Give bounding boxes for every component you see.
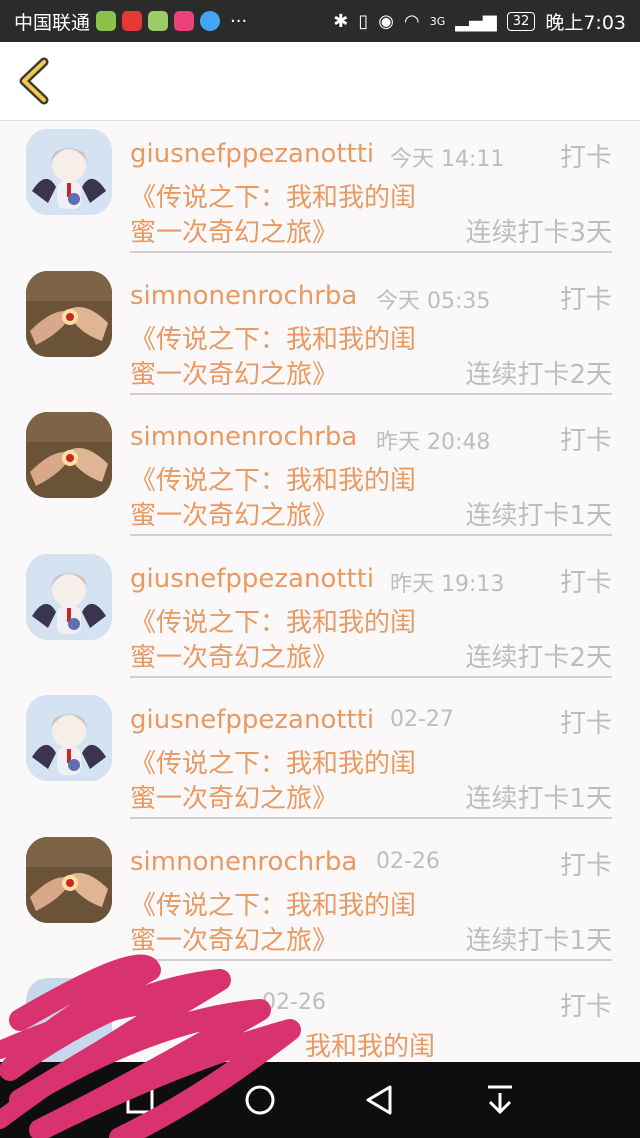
username[interactable]: simnonenrochrba <box>130 847 357 877</box>
app-notification-icon <box>148 11 169 31</box>
story-title-line1[interactable]: 《传说之下：我和我的闺 <box>130 460 416 497</box>
system-navigation-bar <box>0 1062 640 1138</box>
streak-label: 连续打卡1天 <box>465 784 612 814</box>
story-title-line1[interactable]: 《传说之下：我和我的闺 <box>130 177 416 214</box>
story-title-line1[interactable]: 我和我的闺 <box>305 1026 435 1063</box>
home-button[interactable] <box>240 1082 280 1118</box>
streak-label: 连续打卡1天 <box>465 501 612 531</box>
bluetooth-icon: ✱ <box>333 10 349 32</box>
carrier-label: 中国联通 <box>14 11 91 34</box>
user-avatar[interactable] <box>26 836 112 923</box>
checkin-tag: 打卡 <box>559 426 612 456</box>
checkin-tag: 打卡 <box>559 567 612 598</box>
username[interactable]: giusnefppezanottti <box>130 139 374 169</box>
hands-photo-avatar-icon <box>26 270 112 357</box>
checkin-tag: 打卡 <box>559 284 612 315</box>
home-icon <box>245 1085 275 1115</box>
story-title-line2[interactable]: 蜜一次奇幻之旅》 <box>130 778 338 815</box>
feed-item[interactable]: simnonenrochrba 昨天 20:48 打卡 《传说之下：我和我的闺 … <box>0 404 640 546</box>
story-title-line1[interactable]: 《传说之下：我和我的闺 <box>130 602 416 639</box>
feed-item[interactable]: simnonenrochrba 今天 05:35 打卡 《传说之下：我和我的闺 … <box>0 263 640 405</box>
anime-avatar-icon <box>26 553 112 640</box>
timestamp: 今天 14:11 <box>390 147 505 172</box>
hands-photo-avatar-icon <box>26 836 112 923</box>
divider <box>130 534 612 536</box>
checkin-tag: 打卡 <box>559 850 612 881</box>
timestamp: 今天 05:35 <box>376 288 491 314</box>
divider <box>130 675 612 678</box>
story-title-line2[interactable]: 蜜一次奇幻之旅》 <box>130 212 338 249</box>
story-title-line2[interactable]: 蜜一次奇幻之旅》 <box>130 354 338 391</box>
network-type-label: 3G <box>429 14 446 28</box>
wifi-icon: ◠ <box>404 10 420 32</box>
timestamp: 02-26 <box>376 848 440 874</box>
vibrate-icon: ▯ <box>358 10 369 32</box>
recent-apps-icon <box>126 1086 154 1114</box>
clock-label: 晚上7:03 <box>545 11 626 34</box>
compass-notification-icon <box>200 11 221 31</box>
timestamp: 昨天 19:13 <box>390 571 505 597</box>
back-button[interactable] <box>14 56 58 106</box>
anime-avatar-icon <box>26 129 112 215</box>
hands-photo-avatar-icon <box>26 412 112 498</box>
streak-label: 连续打卡2天 <box>465 642 612 673</box>
signal-icon: ▂▄▆ <box>455 10 497 32</box>
wechat-notification-icon <box>96 11 117 31</box>
app-notification-icon <box>174 11 195 31</box>
checkin-tag: 打卡 <box>559 709 612 739</box>
username[interactable]: giusnefppezanottti <box>130 705 374 735</box>
feed-item[interactable]: giusnefppezanottti 昨天 19:13 打卡 《传说之下：我和我… <box>0 546 640 688</box>
user-avatar[interactable] <box>26 412 112 498</box>
checkin-tag: 打卡 <box>559 143 612 173</box>
divider <box>130 817 612 819</box>
feed-item[interactable]: simnonenrochrba 02-26 打卡 《传说之下：我和我的闺 蜜一次… <box>0 829 640 971</box>
chevron-left-icon <box>19 57 49 105</box>
username[interactable]: simnonenrochrba <box>130 281 357 311</box>
streak-label: 连续打卡3天 <box>465 218 612 248</box>
timestamp: 昨天 20:48 <box>376 430 491 455</box>
status-bar: 中国联通 ··· ✱ ▯ ◉ ◠ 3G ▂▄▆ 32 晚上7:03 <box>0 0 640 42</box>
eye-comfort-icon: ◉ <box>378 10 394 32</box>
checkin-tag: 打卡 <box>559 992 612 1022</box>
story-title-line2[interactable]: 蜜一次奇幻之旅》 <box>130 920 338 957</box>
username[interactable]: giusnefppezanottti <box>130 564 374 594</box>
divider <box>130 251 612 253</box>
streak-label: 连续打卡1天 <box>465 925 612 956</box>
user-avatar[interactable] <box>26 695 112 781</box>
divider <box>130 958 612 961</box>
notification-pull-icon <box>488 1085 512 1115</box>
story-title-line2[interactable]: 蜜一次奇幻之旅》 <box>130 495 338 532</box>
story-title-line1[interactable]: 《传说之下：我和我的闺 <box>130 743 416 780</box>
timestamp: 02-27 <box>390 707 454 732</box>
user-avatar[interactable] <box>26 270 112 357</box>
username[interactable]: simnonenrochrba <box>130 422 357 452</box>
user-avatar[interactable] <box>26 129 112 215</box>
story-title-line1[interactable]: 《传说之下：我和我的闺 <box>130 319 416 356</box>
more-notifications-icon: ··· <box>230 10 248 32</box>
user-avatar[interactable] <box>26 553 112 640</box>
user-avatar[interactable] <box>26 978 112 1064</box>
story-title-line1[interactable]: 《传说之下：我和我的闺 <box>130 885 416 922</box>
timestamp: 02-26 <box>262 990 326 1015</box>
divider <box>130 392 612 395</box>
battery-indicator: 32 <box>506 11 536 31</box>
system-back-button[interactable] <box>360 1082 400 1118</box>
notification-pull-button[interactable] <box>480 1082 520 1118</box>
checkin-feed-list: giusnefppezanottti 今天 14:11 打卡 《传说之下：我和我… <box>0 121 640 1112</box>
app-notification-icon <box>122 11 143 31</box>
anime-avatar-icon <box>26 695 112 781</box>
feed-item[interactable]: giusnefppezanottti 02-27 打卡 《传说之下：我和我的闺 … <box>0 687 640 829</box>
top-app-bar <box>0 42 640 121</box>
streak-label: 连续打卡2天 <box>465 359 612 390</box>
recent-apps-button[interactable] <box>120 1082 160 1118</box>
feed-item[interactable]: giusnefppezanottti 今天 14:11 打卡 《传说之下：我和我… <box>0 121 640 263</box>
back-icon <box>366 1085 392 1115</box>
story-title-line2[interactable]: 蜜一次奇幻之旅》 <box>130 637 338 674</box>
